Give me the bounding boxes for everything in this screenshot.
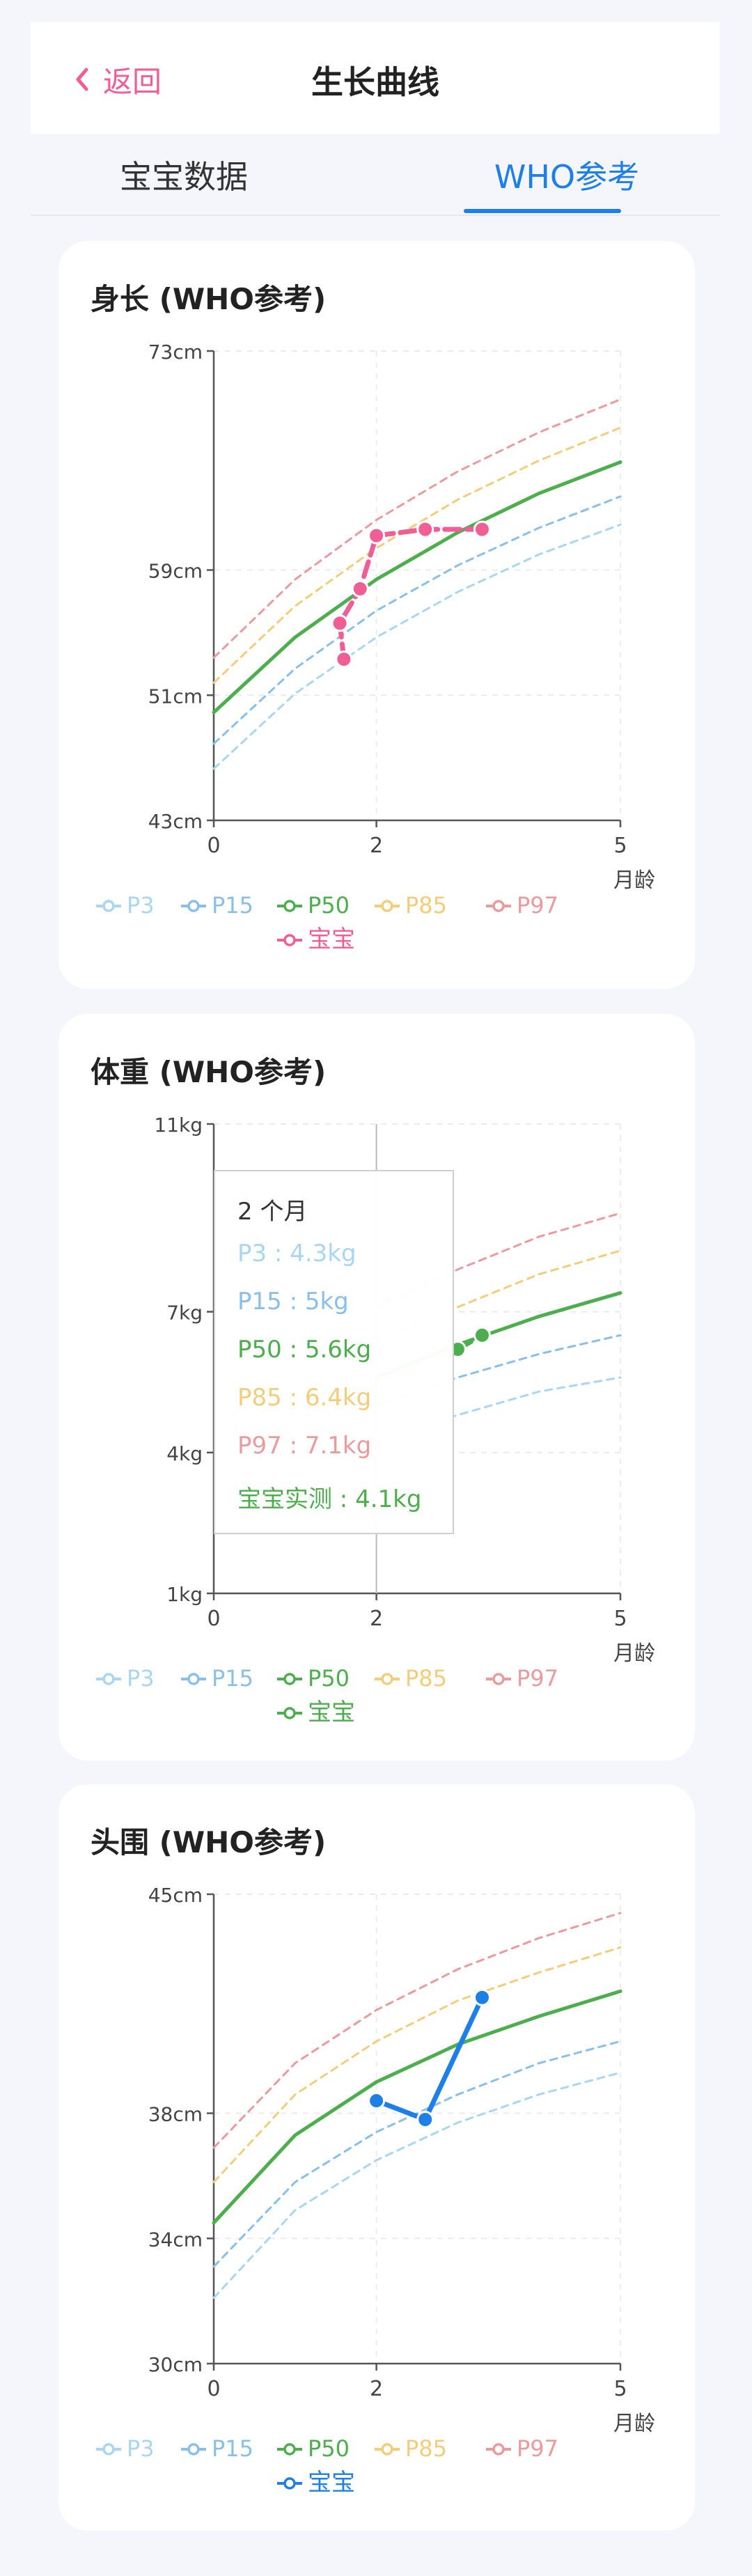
legend-swatch-dot [492, 1673, 505, 1685]
head-chart-card: 头围 (WHO参考) 45cm 38cm 34cm 30cm 0 2 5 月龄 P3 P15 P50… [58, 1784, 695, 2531]
legend-swatch-dot [283, 1673, 296, 1685]
baby-data-point [416, 520, 434, 538]
legend-swatch-dot [492, 2443, 505, 2456]
baby-data-point [416, 2111, 434, 2129]
series-line-p50 [212, 1989, 622, 2225]
tooltip-row-p50: P50 : 5.6kg [237, 1336, 372, 1364]
legend-label-p3: P3 [127, 1665, 155, 1692]
tab-baby-data[interactable]: 宝宝数据 [100, 134, 267, 216]
legend-swatch-dot [283, 900, 296, 912]
y-tick-label: 34cm [148, 2228, 203, 2251]
tab-bar: 宝宝数据 WHO参考 [31, 134, 720, 216]
legend-swatch-dot [283, 2443, 296, 2456]
tooltip-row-baby: 宝宝实测 : 4.1kg [237, 1485, 422, 1513]
baby-data-point [351, 579, 369, 598]
height-chart-card: 身长 (WHO参考) 73cm 59cm 51cm 43cm 0 2 5 月龄 P3 P15 P50… [58, 241, 695, 989]
weight-chart-card: 体重 (WHO参考) 11kg 7kg 4kg 1kg 0 2 5 月龄 P3 P15 P50 P85… [58, 1014, 695, 1761]
legend-label-p50: P50 [308, 2435, 350, 2462]
tooltip-title: 2 个月 [237, 1198, 308, 1226]
tooltip-row-p15: P15 : 5kg [237, 1288, 349, 1316]
page-title: 生长曲线 [311, 63, 439, 101]
chart-tooltip: 2 个月 P3 : 4.3kg P15 : 5kg P50 : 5.6kg P8… [214, 1170, 454, 1534]
legend-label-p97: P97 [517, 2435, 558, 2462]
baby-data-point [331, 614, 349, 632]
tooltip-row-p97: P97 : 7.1kg [237, 1432, 372, 1460]
baby-data-point [368, 2092, 386, 2110]
legend-label-p15: P15 [212, 892, 253, 919]
x-unit-label: 月龄 [613, 1641, 655, 1666]
legend-label-p85: P85 [405, 1665, 447, 1692]
baby-data-point [473, 1988, 491, 2006]
x-unit-label: 月龄 [613, 868, 655, 893]
y-tick-label: 59cm [148, 560, 203, 583]
active-tab-indicator [464, 209, 621, 213]
y-tick-label: 30cm [148, 2353, 203, 2376]
baby-data-point [473, 1326, 491, 1344]
series-line-p15 [212, 495, 622, 745]
legend-label-p85: P85 [405, 2435, 447, 2462]
baby-data-point [473, 520, 491, 538]
legend-label-p3: P3 [127, 892, 155, 919]
x-unit-label: 月龄 [613, 2412, 655, 2436]
x-tick-label: 5 [613, 2377, 627, 2401]
x-tick-label: 5 [613, 1607, 627, 1631]
legend-swatch-dot [102, 900, 115, 912]
legend-swatch-dot [102, 1673, 115, 1685]
legend-swatch-dot [381, 900, 393, 912]
x-tick-label: 2 [370, 1607, 383, 1631]
app-header: 返回 生长曲线 [31, 22, 720, 134]
series-line-p3 [212, 523, 622, 770]
y-tick-label: 4kg [166, 1442, 203, 1465]
tooltip-row-p3: P3 : 4.3kg [237, 1240, 357, 1267]
y-tick-label: 1kg [166, 1583, 203, 1606]
legend-swatch-dot [283, 1707, 296, 1719]
x-tick-label: 0 [207, 834, 220, 858]
legend-swatch-dot [492, 900, 505, 912]
legend-label-baby: 宝宝 [308, 926, 355, 953]
head-circumference-chart[interactable]: 45cm 38cm 34cm 30cm0 2 5 月龄 P3 P15 P50 P85 P97 宝宝 [58, 1784, 695, 2532]
legend-label-p15: P15 [212, 2435, 253, 2462]
y-tick-label: 43cm [148, 810, 203, 833]
tooltip-row-p85: P85 : 6.4kg [237, 1384, 372, 1412]
legend-swatch-dot [381, 2443, 393, 2456]
height-chart[interactable]: 73cm 59cm 51cm 43cm0 2 5 月龄 P3 P15 P50 P85 P97 宝宝 [58, 241, 695, 989]
x-tick-label: 2 [370, 834, 383, 858]
tab-who-reference[interactable]: WHO参考 [462, 134, 671, 216]
x-tick-label: 2 [370, 2377, 383, 2401]
y-tick-label: 11kg [154, 1114, 203, 1137]
x-tick-label: 0 [207, 2377, 220, 2401]
legend-label-baby: 宝宝 [308, 2469, 355, 2497]
legend-label-p50: P50 [308, 892, 350, 919]
y-tick-label: 45cm [148, 1884, 203, 1907]
y-tick-label: 7kg [166, 1302, 203, 1325]
legend-label-p15: P15 [212, 1665, 253, 1692]
x-tick-label: 5 [613, 834, 627, 858]
legend-label-p97: P97 [517, 1665, 558, 1692]
y-tick-label: 51cm [148, 685, 203, 708]
legend-swatch-dot [187, 900, 200, 912]
legend-swatch-dot [283, 2477, 296, 2490]
legend-swatch-dot [283, 934, 296, 946]
legend-label-p97: P97 [517, 892, 558, 919]
x-tick-label: 0 [207, 1607, 220, 1631]
legend-swatch-dot [187, 1673, 200, 1685]
legend-swatch-dot [381, 1673, 393, 1685]
baby-data-point [335, 650, 353, 669]
y-tick-label: 73cm [148, 341, 203, 364]
legend-swatch-dot [102, 2443, 115, 2456]
legend-swatch-dot [187, 2443, 200, 2456]
legend-label-p85: P85 [405, 892, 447, 919]
legend-label-baby: 宝宝 [308, 1699, 355, 1726]
baby-data-point [368, 526, 386, 545]
series-line-p3 [212, 2071, 622, 2300]
y-tick-label: 38cm [148, 2103, 203, 2126]
legend-label-p50: P50 [308, 1665, 350, 1692]
legend-label-p3: P3 [127, 2435, 155, 2462]
